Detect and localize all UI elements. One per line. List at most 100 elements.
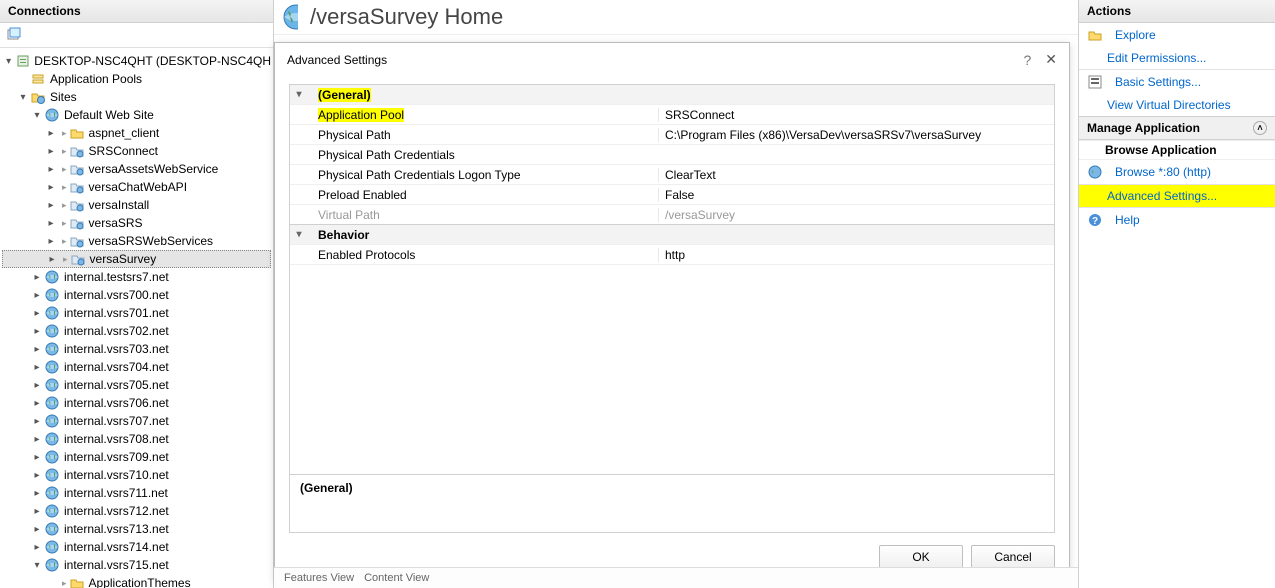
chevron-down-icon[interactable]: ▾ (290, 229, 308, 240)
chevron-up-icon[interactable]: ˄ (1253, 121, 1267, 135)
tree-label: SRSConnect (89, 144, 158, 158)
globe-icon (44, 485, 60, 501)
tree-site-internal.vsrs715.net[interactable]: ..▾internal.vsrs715.net (2, 556, 271, 574)
connections-tree[interactable]: ▾DESKTOP-NSC4QHT (DESKTOP-NSC4QH..Applic… (0, 48, 273, 588)
manage-application-header[interactable]: Manage Application ˄ (1079, 116, 1275, 140)
globe-icon (44, 467, 60, 483)
expand-icon[interactable]: ▾ (2, 56, 15, 67)
chevron-down-icon[interactable]: ▾ (290, 89, 308, 100)
expand-icon[interactable]: ▸ (30, 326, 44, 337)
tree-site-internal.vsrs714.net[interactable]: ..▸internal.vsrs714.net (2, 538, 271, 556)
view-switcher[interactable]: Features View Content View (274, 567, 1078, 588)
expand-icon[interactable]: ▸ (30, 470, 44, 481)
tree-site-internal.vsrs709.net[interactable]: ..▸internal.vsrs709.net (2, 448, 271, 466)
row-phys-creds[interactable]: Physical Path Credentials (290, 145, 1054, 165)
expand-icon[interactable]: ▸ (30, 434, 44, 445)
tree-site-internal.vsrs713.net[interactable]: ..▸internal.vsrs713.net (2, 520, 271, 538)
tree-vdir-SRSConnect[interactable]: ...▸▸SRSConnect (2, 142, 271, 160)
row-preload[interactable]: Preload Enabled False (290, 185, 1054, 205)
tree-default-site[interactable]: ..▾Default Web Site (2, 106, 271, 124)
expand-icon[interactable]: ▸ (30, 380, 44, 391)
expand-icon[interactable]: ▸ (44, 218, 58, 229)
action-basic-settings[interactable]: Basic Settings... (1079, 70, 1275, 94)
tree-vdir-versaSurvey[interactable]: ...▸▸versaSurvey (2, 250, 271, 268)
row-app-pool[interactable]: Application Pool SRSConnect (290, 105, 1054, 125)
property-grid[interactable]: ▾ (General) Application Pool SRSConnect … (289, 84, 1055, 475)
action-explore[interactable]: Explore (1079, 23, 1275, 47)
tree-vdir-versaSRS[interactable]: ...▸▸versaSRS (2, 214, 271, 232)
row-enabled-protocols[interactable]: Enabled Protocols http (290, 245, 1054, 265)
tree-sites[interactable]: .▾Sites (2, 88, 271, 106)
tree-site-internal.vsrs701.net[interactable]: ..▸internal.vsrs701.net (2, 304, 271, 322)
expand-icon[interactable]: ▸ (44, 236, 58, 247)
tree-site-internal.vsrs711.net[interactable]: ..▸internal.vsrs711.net (2, 484, 271, 502)
expand-icon[interactable]: ▸ (30, 452, 44, 463)
action-help[interactable]: ? Help (1079, 208, 1275, 232)
content-view-tab[interactable]: Content View (364, 572, 429, 584)
expand-icon[interactable]: ▾ (16, 92, 30, 103)
tree-vdir-versaAssetsWebService[interactable]: ...▸▸versaAssetsWebService (2, 160, 271, 178)
action-browse-80[interactable]: Browse *:80 (http) (1079, 160, 1275, 184)
connections-header: Connections (0, 0, 273, 23)
action-view-vdirs[interactable]: View Virtual Directories (1079, 94, 1275, 116)
tree-vdir-aspnet_client[interactable]: ...▸▸aspnet_client (2, 124, 271, 142)
expand-icon[interactable]: ▸ (44, 164, 58, 175)
globe-icon (44, 287, 60, 303)
expand-icon[interactable]: ▾ (30, 110, 44, 121)
expand-icon[interactable]: ▸ (30, 362, 44, 373)
globe-icon (44, 449, 60, 465)
expand-icon[interactable]: ▸ (44, 200, 58, 211)
tree-site-internal.vsrs710.net[interactable]: ..▸internal.vsrs710.net (2, 466, 271, 484)
expand-icon[interactable]: ▸ (30, 542, 44, 553)
expand-icon[interactable]: ▸ (30, 398, 44, 409)
connections-toolbar[interactable] (0, 23, 273, 48)
tree-site-internal.testsrs7.net[interactable]: ..▸internal.testsrs7.net (2, 268, 271, 286)
expand-icon[interactable]: ▸ (44, 182, 58, 193)
tree-site-internal.vsrs700.net[interactable]: ..▸internal.vsrs700.net (2, 286, 271, 304)
expand-icon[interactable]: ▸ (30, 506, 44, 517)
tree-vdir-versaInstall[interactable]: ...▸▸versaInstall (2, 196, 271, 214)
expand-icon[interactable]: ▸ (30, 524, 44, 535)
tree-server[interactable]: ▾DESKTOP-NSC4QHT (DESKTOP-NSC4QH (2, 52, 271, 70)
section-general[interactable]: ▾ (General) (290, 85, 1054, 105)
expand-icon[interactable]: ▸ (30, 344, 44, 355)
expand-icon[interactable]: ▸ (45, 254, 59, 265)
features-view-tab[interactable]: Features View (284, 572, 354, 584)
ok-button[interactable]: OK (879, 545, 963, 569)
help-button[interactable]: ? (1023, 52, 1031, 68)
cancel-button[interactable]: Cancel (971, 545, 1055, 569)
expand-icon[interactable]: ▸ (44, 146, 58, 157)
tree-site-internal.vsrs702.net[interactable]: ..▸internal.vsrs702.net (2, 322, 271, 340)
row-logon-type[interactable]: Physical Path Credentials Logon Type Cle… (290, 165, 1054, 185)
tree-site-internal.vsrs712.net[interactable]: ..▸internal.vsrs712.net (2, 502, 271, 520)
expand-icon[interactable]: ▸ (30, 290, 44, 301)
expand-icon[interactable]: ▸ (30, 488, 44, 499)
tree-site-internal.vsrs706.net[interactable]: ..▸internal.vsrs706.net (2, 394, 271, 412)
tree-site-internal.vsrs704.net[interactable]: ..▸internal.vsrs704.net (2, 358, 271, 376)
tree-label: internal.vsrs700.net (64, 288, 169, 302)
tree-folder[interactable]: ....▸ApplicationThemes (2, 574, 271, 588)
vdir-icon (69, 161, 85, 177)
tree-site-internal.vsrs707.net[interactable]: ..▸internal.vsrs707.net (2, 412, 271, 430)
tree-app-pools[interactable]: ..Application Pools (2, 70, 271, 88)
expand-icon[interactable]: ▸ (30, 308, 44, 319)
tree-label: internal.vsrs704.net (64, 360, 169, 374)
tree-site-internal.vsrs705.net[interactable]: ..▸internal.vsrs705.net (2, 376, 271, 394)
vdir-icon (69, 179, 85, 195)
tree-vdir-versaChatWebAPI[interactable]: ...▸▸versaChatWebAPI (2, 178, 271, 196)
row-physical-path[interactable]: Physical Path C:\Program Files (x86)\Ver… (290, 125, 1054, 145)
tree-label: internal.vsrs712.net (64, 504, 169, 518)
expand-icon[interactable]: ▸ (44, 128, 58, 139)
tree-label: internal.vsrs711.net (64, 486, 168, 500)
action-edit-permissions[interactable]: Edit Permissions... (1079, 47, 1275, 69)
tree-vdir-versaSRSWebServices[interactable]: ...▸▸versaSRSWebServices (2, 232, 271, 250)
expand-icon[interactable]: ▸ (30, 416, 44, 427)
new-connection-icon[interactable] (6, 26, 22, 42)
expand-icon[interactable]: ▸ (30, 272, 44, 283)
tree-site-internal.vsrs703.net[interactable]: ..▸internal.vsrs703.net (2, 340, 271, 358)
section-behavior[interactable]: ▾ Behavior (290, 225, 1054, 245)
tree-site-internal.vsrs708.net[interactable]: ..▸internal.vsrs708.net (2, 430, 271, 448)
action-advanced-settings[interactable]: Advanced Settings... (1079, 185, 1275, 207)
expand-icon[interactable]: ▾ (30, 560, 44, 571)
close-button[interactable]: ✕ (1045, 51, 1057, 68)
